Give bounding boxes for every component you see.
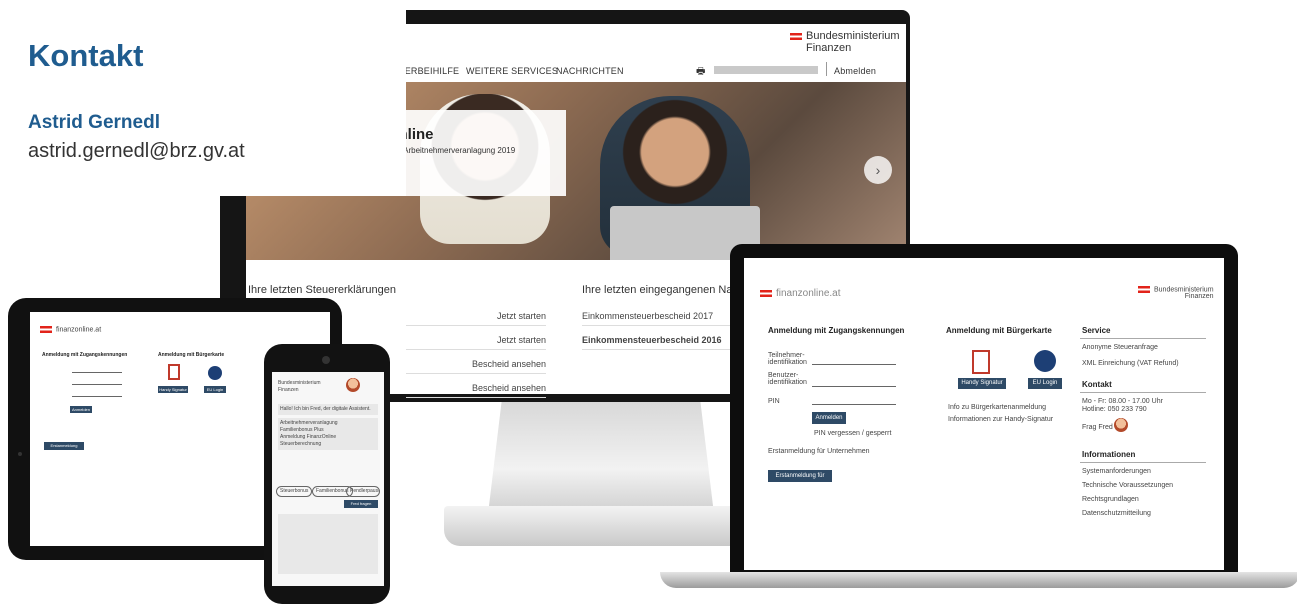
laptop-field-label-1: Teilnehmer-identifikation	[768, 352, 807, 366]
kontakt-hours: Mo - Fr: 08.00 - 17.00 Uhr	[1082, 398, 1163, 405]
nav-item-2[interactable]: NACHRICHTEN	[556, 66, 624, 76]
tablet-handy-signature-icon	[168, 364, 180, 380]
phone-send-button[interactable]: Fred fragen	[344, 500, 378, 508]
laptop-citizen-title: Anmeldung mit Bürgerkarte	[946, 326, 1052, 335]
contact-email[interactable]: astrid.gernedl@brz.gv.at	[28, 140, 245, 163]
tax-return-row-3[interactable]: Bescheid ansehen	[406, 378, 546, 398]
info-item-3[interactable]: Datenschutzmitteilung	[1082, 510, 1151, 517]
logout-link[interactable]: Abmelden	[834, 66, 876, 76]
contact-title: Kontakt	[28, 38, 144, 73]
phone-chip-2[interactable]: Pendlerpauschale	[346, 486, 380, 497]
phone-chat-intro: Hallo! Ich bin Fred, der digitale Assist…	[278, 404, 378, 415]
user-name-redacted	[714, 66, 818, 74]
contact-name: Astrid Gernedl	[28, 112, 160, 133]
laptop-base	[660, 572, 1297, 588]
handy-signature-icon	[972, 350, 990, 374]
carousel-next-icon[interactable]: ›	[864, 156, 892, 184]
tablet-logo: finanzonline.at	[40, 326, 101, 333]
tablet-flag-icon	[40, 326, 52, 333]
message-row-1[interactable]: Einkommensteuerbescheid 2016	[582, 330, 732, 350]
laptop-logo-text: finanzonline.at	[776, 288, 841, 299]
info-divider	[1080, 462, 1206, 463]
kontakt-divider	[1080, 392, 1206, 393]
tablet-eu-login-icon	[208, 366, 222, 380]
brand-line-1: Bundesministerium	[806, 30, 900, 42]
tax-return-row-1[interactable]: Jetzt starten	[406, 330, 546, 350]
monitor-brand-logo: Bundesministerium Finanzen	[790, 30, 900, 54]
tax-return-row-0[interactable]: Jetzt starten	[406, 306, 546, 326]
handy-signature-button[interactable]: Handy Signatur	[958, 378, 1006, 389]
message-row-0[interactable]: Einkommensteuerbescheid 2017	[582, 306, 732, 326]
tablet-citizen-title: Anmeldung mit Bürgerkarte	[158, 352, 225, 358]
monitor-base	[444, 506, 762, 546]
fred-avatar	[346, 378, 360, 392]
laptop-register-text: Erstanmeldung für Unternehmen	[768, 448, 870, 455]
tablet-field-3[interactable]	[72, 396, 122, 397]
chat-item-3: Steuerberechnung	[280, 441, 322, 447]
nav-item-0[interactable]: UERBEIHILFE	[398, 66, 459, 76]
kontakt-title: Kontakt	[1082, 380, 1112, 389]
fred-avatar-icon[interactable]	[1114, 418, 1128, 432]
tablet-login-button[interactable]: Anmelden	[70, 406, 92, 413]
laptop-brand-line-1: Bundesministerium	[1154, 286, 1214, 294]
kontakt-phone: Hotline: 050 233 790	[1082, 406, 1147, 413]
info-item-2[interactable]: Rechtsgrundlagen	[1082, 496, 1139, 503]
laptop-field-2-input[interactable]	[812, 386, 896, 387]
tax-return-row-2[interactable]: Bescheid ansehen	[406, 354, 546, 374]
tablet-eu-button[interactable]: EU Login	[204, 386, 226, 393]
phone-chip-0[interactable]: Steuerbonus	[276, 486, 313, 497]
citizen-info-link-2[interactable]: Informationen zur Handy-Signatur	[948, 416, 1053, 423]
tablet-home-button[interactable]	[18, 452, 22, 456]
laptop-login-title: Anmeldung mit Zugangskennungen	[768, 326, 905, 335]
eu-login-icon	[1034, 350, 1056, 372]
laptop-brand-flag-icon	[1138, 286, 1150, 293]
nav-divider	[826, 62, 827, 76]
tablet-logo-text: finanzonline.at	[56, 326, 102, 334]
laptop-field-label-2: Benutzer-identifikation	[768, 372, 807, 386]
laptop-forgot-link[interactable]: PIN vergessen / gesperrt	[814, 430, 891, 437]
contact-background	[220, 0, 406, 196]
service-divider	[1080, 338, 1206, 339]
info-title: Informationen	[1082, 450, 1136, 459]
citizen-info-link-1[interactable]: Info zu Bürgerkartenanmeldung	[948, 404, 1046, 411]
tablet-field-1[interactable]	[72, 372, 122, 373]
service-item-0[interactable]: Anonyme Steueranfrage	[1082, 344, 1158, 351]
tablet-field-2[interactable]	[72, 384, 122, 385]
tablet-handy-button[interactable]: Handy Signatur	[158, 386, 188, 393]
chat-item-1: Familienbonus Plus	[280, 427, 324, 433]
laptop-field-3-input[interactable]	[812, 404, 896, 405]
frag-fred-link[interactable]: Frag Fred	[1082, 424, 1113, 431]
service-title: Service	[1082, 326, 1111, 335]
tablet-login-title: Anmeldung mit Zugangskennungen	[42, 352, 128, 358]
phone-brand: Bundesministerium Finanzen	[278, 380, 321, 393]
laptop-logo: finanzonline.at	[760, 288, 841, 299]
tablet-register-button[interactable]: Erstanmeldung	[44, 442, 84, 450]
austria-flag-icon	[790, 32, 802, 40]
brand-line-2: Finanzen	[806, 42, 852, 54]
laptop-field-1-input[interactable]	[812, 364, 896, 365]
laptop-brand-line-2: Finanzen	[1184, 293, 1214, 301]
eu-login-button[interactable]: EU Login	[1028, 378, 1062, 389]
section-messages-title: Ihre letzten eingegangenen Nachr	[582, 284, 748, 296]
printer-icon[interactable]: 🖶	[696, 64, 705, 81]
info-item-1[interactable]: Technische Voraussetzungen	[1082, 482, 1173, 489]
phone-chat-list: Arbeitnehmerveranlagung Familienbonus Pl…	[278, 418, 378, 450]
chat-item-2: Anmeldung FinanzOnline	[280, 434, 337, 440]
info-item-0[interactable]: Systemanforderungen	[1082, 468, 1151, 475]
laptop-field-label-3: PIN	[768, 398, 780, 405]
laptop-login-button[interactable]: Anmelden	[812, 412, 846, 424]
nav-item-1[interactable]: WEITERE SERVICES	[466, 66, 558, 76]
laptop-flag-icon	[760, 289, 772, 297]
service-item-1[interactable]: XML Einreichung (VAT Refund)	[1082, 360, 1179, 367]
chat-item-0: Arbeitnehmerveranlagung	[280, 420, 338, 426]
laptop-register-button[interactable]: Erstanmeldung für Unternehmen	[768, 470, 832, 491]
phone-camera	[322, 356, 330, 364]
section-tax-returns-title: Ihre letzten Steuererklärungen	[248, 284, 396, 296]
laptop-brand: Bundesministerium Finanzen	[1138, 286, 1214, 300]
phone-chat-response	[278, 514, 378, 574]
monitor-stand	[488, 402, 714, 514]
